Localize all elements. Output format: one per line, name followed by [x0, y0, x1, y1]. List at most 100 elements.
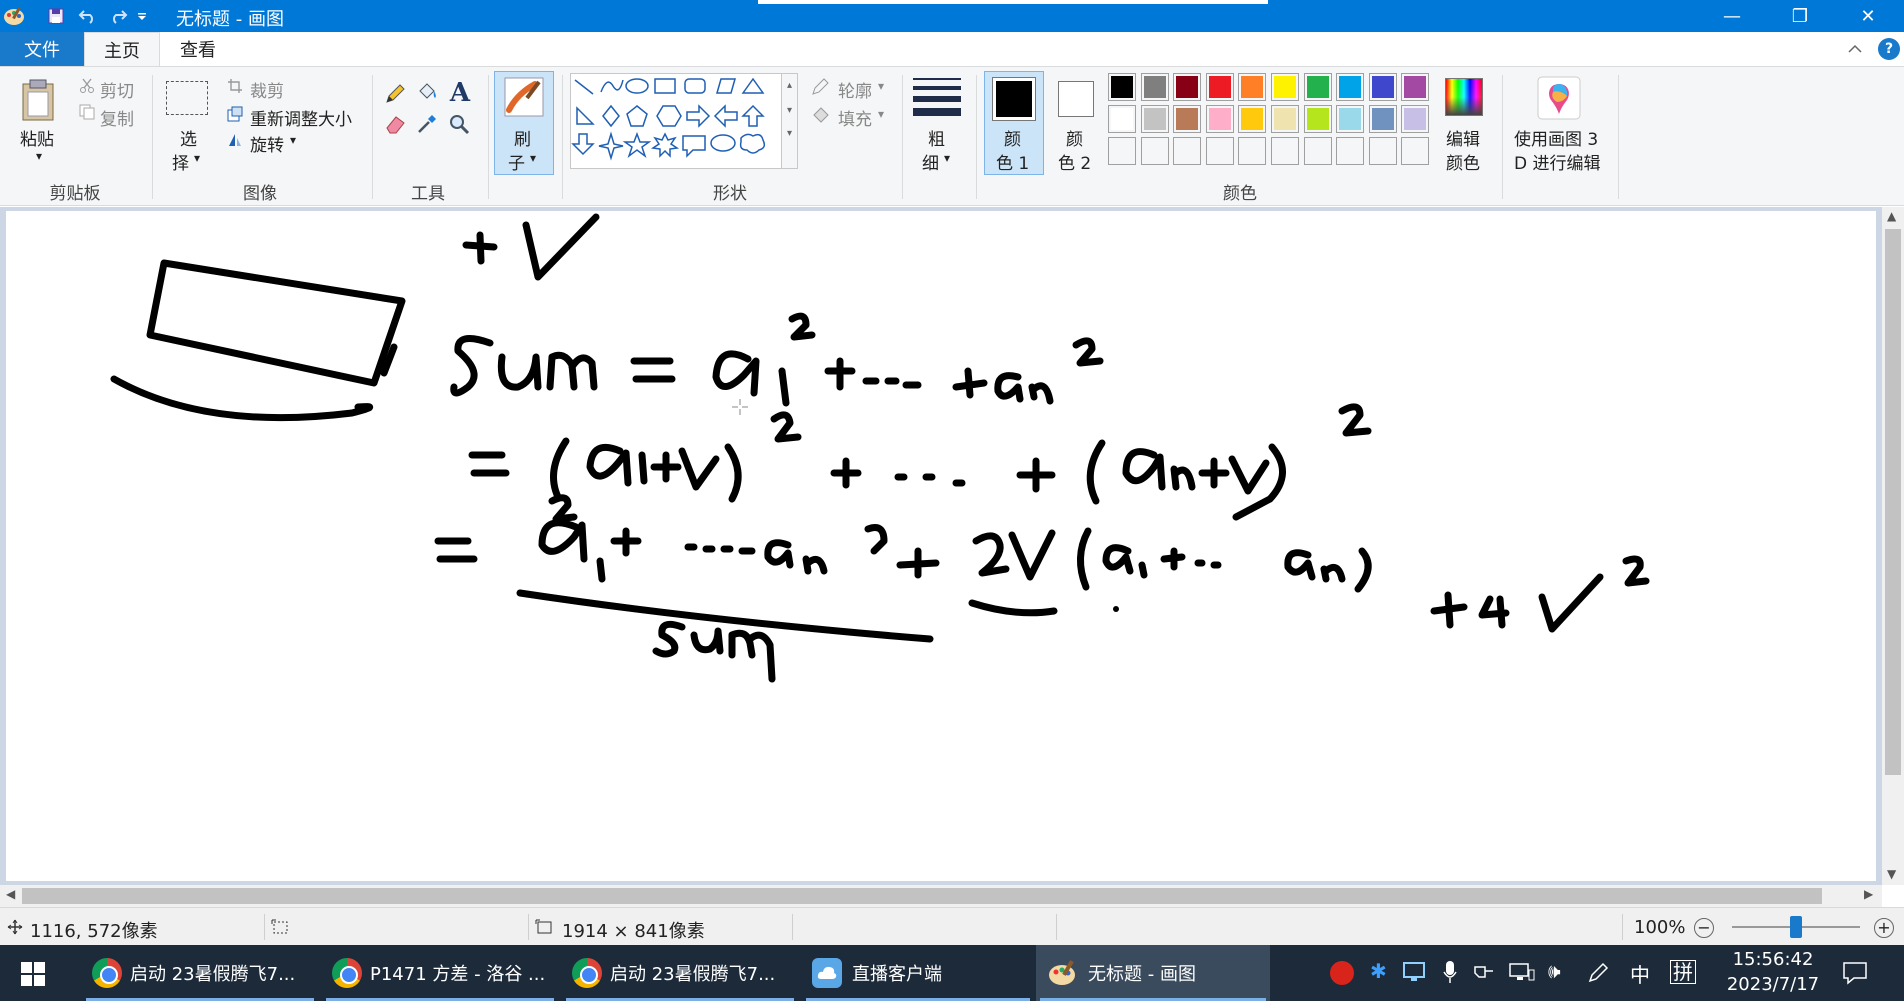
- custom-color-slot[interactable]: [1108, 137, 1136, 165]
- rotate-dropdown-icon[interactable]: ▾: [290, 133, 296, 147]
- palette-swatch[interactable]: [1401, 73, 1430, 101]
- cut-button[interactable]: 剪切: [100, 77, 134, 102]
- scroll-right-icon[interactable]: ▶: [1864, 887, 1873, 901]
- rotate-button[interactable]: 旋转: [250, 131, 284, 156]
- collapse-ribbon-icon[interactable]: [1846, 40, 1864, 58]
- select-icon[interactable]: [166, 81, 208, 115]
- palette-swatch[interactable]: [1401, 105, 1430, 133]
- custom-color-slot[interactable]: [1140, 137, 1169, 165]
- network-icon[interactable]: [1508, 961, 1536, 983]
- custom-color-slot[interactable]: [1368, 137, 1397, 165]
- close-button[interactable]: ✕: [1832, 0, 1904, 32]
- network-monitor-icon[interactable]: [1402, 961, 1426, 983]
- palette-swatch[interactable]: [1108, 73, 1136, 101]
- paste-dropdown-icon[interactable]: ▾: [36, 149, 42, 163]
- outline-dropdown-icon[interactable]: ▾: [878, 79, 884, 93]
- vertical-scroll-thumb[interactable]: [1885, 229, 1901, 775]
- power-icon[interactable]: [1472, 961, 1498, 983]
- clock-time[interactable]: 15:56:42: [1718, 949, 1828, 970]
- custom-color-slot[interactable]: [1173, 137, 1202, 165]
- palette-swatch[interactable]: [1173, 105, 1202, 133]
- scroll-up-icon[interactable]: ▲: [1887, 209, 1896, 223]
- vertical-scrollbar[interactable]: ▲ ▼: [1882, 207, 1904, 885]
- tab-view[interactable]: 查看: [160, 32, 236, 66]
- resize-button[interactable]: 重新调整大小: [250, 105, 352, 130]
- palette-swatch[interactable]: [1368, 105, 1397, 133]
- ime-mode[interactable]: 中: [1630, 959, 1650, 988]
- palette-swatch[interactable]: [1108, 105, 1136, 133]
- fill-dropdown-icon[interactable]: ▾: [878, 107, 884, 121]
- palette-swatch[interactable]: [1173, 73, 1202, 101]
- taskbar-item-chrome-3[interactable]: 启动 23暑假腾飞7...: [562, 945, 798, 1001]
- minimize-button[interactable]: —: [1696, 0, 1768, 32]
- shapes-scroll[interactable]: ▴ ▾ ▾: [782, 73, 798, 169]
- palette-swatch[interactable]: [1336, 73, 1365, 101]
- volume-icon[interactable]: 🕪: [1548, 959, 1561, 983]
- taskbar-item-chrome-2[interactable]: P1471 方差 - 洛谷 ...: [322, 945, 558, 1001]
- color2-swatch[interactable]: [1058, 81, 1094, 117]
- palette-swatch[interactable]: [1271, 73, 1299, 101]
- shapes-gallery[interactable]: [570, 73, 782, 169]
- line-size-icon[interactable]: [912, 75, 962, 119]
- edit-colors-icon[interactable]: [1444, 77, 1484, 117]
- windows-start-icon[interactable]: [18, 959, 48, 989]
- horizontal-scroll-thumb[interactable]: [22, 888, 1822, 904]
- horizontal-scrollbar[interactable]: ◀ ▶: [0, 885, 1882, 907]
- palette-swatch[interactable]: [1205, 105, 1234, 133]
- scroll-left-icon[interactable]: ◀: [6, 887, 15, 901]
- pencil-icon[interactable]: [382, 81, 408, 107]
- palette-swatch[interactable]: [1140, 105, 1169, 133]
- taskbar-item-paint[interactable]: 无标题 - 画图: [1036, 945, 1270, 1001]
- notification-icon[interactable]: [1840, 959, 1870, 987]
- palette-swatch[interactable]: [1336, 105, 1365, 133]
- palette-swatch[interactable]: [1303, 73, 1332, 101]
- bluetooth-icon[interactable]: ✱: [1370, 959, 1387, 983]
- palette-swatch[interactable]: [1238, 73, 1267, 101]
- taskbar-item-live-client[interactable]: 直播客户端: [802, 945, 1034, 1001]
- paste-button[interactable]: 粘贴: [20, 125, 54, 150]
- tab-home[interactable]: 主页: [84, 32, 160, 66]
- clipboard-icon[interactable]: [18, 75, 58, 125]
- custom-color-slot[interactable]: [1336, 137, 1365, 165]
- ime-pinyin[interactable]: 拼: [1670, 960, 1696, 984]
- custom-color-slot[interactable]: [1401, 137, 1430, 165]
- pen-icon[interactable]: [1586, 961, 1610, 985]
- size-dropdown-icon[interactable]: ▾: [944, 151, 950, 165]
- palette-swatch[interactable]: [1238, 105, 1267, 133]
- outline-button[interactable]: 轮廓: [838, 77, 872, 102]
- paint3d-icon[interactable]: [1536, 75, 1582, 121]
- select-button-line1[interactable]: 选: [180, 125, 197, 150]
- custom-color-slot[interactable]: [1238, 137, 1267, 165]
- fill-bucket-icon[interactable]: [414, 79, 440, 105]
- palette-swatch[interactable]: [1303, 105, 1332, 133]
- customize-quick-access-icon[interactable]: [134, 4, 150, 28]
- save-icon[interactable]: [42, 4, 70, 28]
- restore-button[interactable]: ❐: [1764, 0, 1836, 32]
- zoom-slider-thumb[interactable]: [1790, 916, 1802, 938]
- help-icon[interactable]: ?: [1878, 38, 1900, 60]
- select-dropdown-icon[interactable]: ▾: [194, 151, 200, 165]
- custom-color-slot[interactable]: [1303, 137, 1332, 165]
- scroll-down-icon[interactable]: ▼: [1887, 867, 1896, 881]
- redo-icon[interactable]: [104, 4, 132, 28]
- zoom-in-button[interactable]: +: [1874, 918, 1894, 938]
- brushes-dropdown-icon[interactable]: ▾: [530, 151, 536, 165]
- text-tool-icon[interactable]: A: [446, 78, 474, 108]
- clock-date[interactable]: 2023/7/17: [1718, 974, 1828, 995]
- taskbar-item-chrome-1[interactable]: 启动 23暑假腾飞7...: [82, 945, 318, 1001]
- zoom-out-button[interactable]: −: [1694, 918, 1714, 938]
- palette-swatch[interactable]: [1140, 73, 1169, 101]
- copy-button[interactable]: 复制: [100, 105, 134, 130]
- eraser-icon[interactable]: [382, 111, 408, 137]
- drawing-canvas[interactable]: [6, 211, 1876, 881]
- palette-swatch[interactable]: [1368, 73, 1397, 101]
- record-icon[interactable]: [1330, 961, 1354, 985]
- palette-swatch[interactable]: [1205, 73, 1234, 101]
- crop-button[interactable]: 裁剪: [250, 77, 284, 102]
- custom-color-slot[interactable]: [1271, 137, 1299, 165]
- color-picker-icon[interactable]: [414, 111, 440, 137]
- magnifier-icon[interactable]: [446, 111, 472, 137]
- fill-button[interactable]: 填充: [838, 105, 872, 130]
- select-button-line2[interactable]: 择: [172, 149, 189, 174]
- undo-icon[interactable]: [74, 4, 102, 28]
